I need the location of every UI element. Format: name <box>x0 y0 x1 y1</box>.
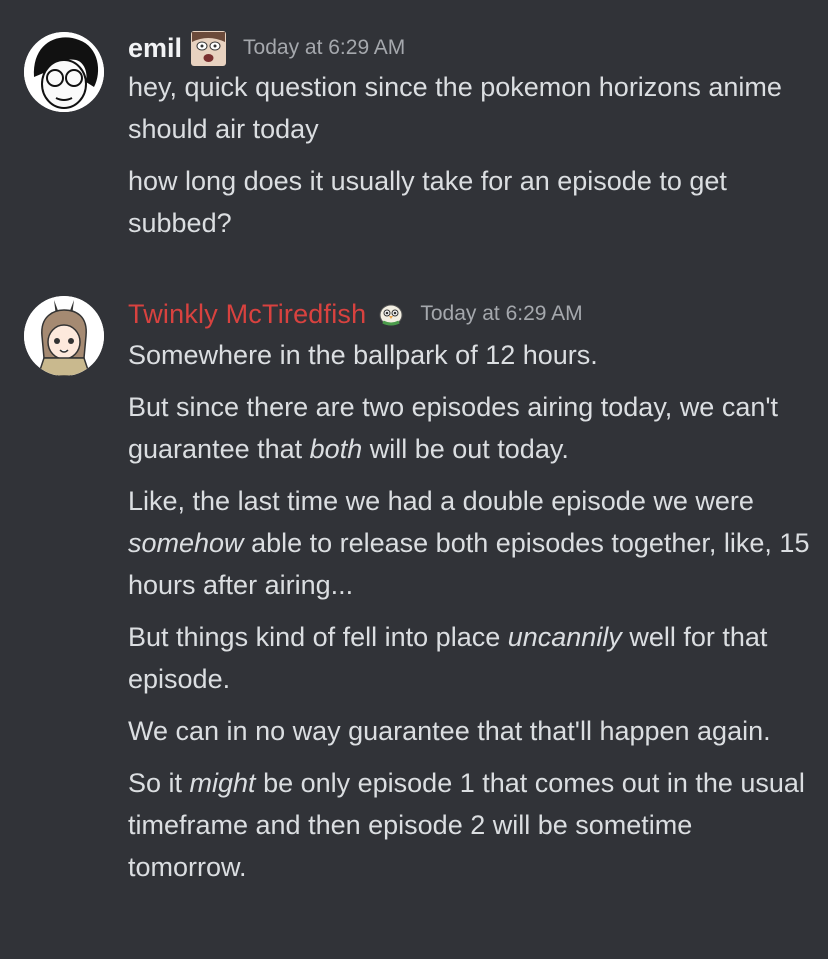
emphasis: might <box>189 768 256 798</box>
message-text: But since there are two episodes airing … <box>128 392 779 464</box>
face-emoji-icon <box>190 30 227 67</box>
message-header: emil Today at 6:29 AM <box>128 30 814 66</box>
message-text: So it might be only episode 1 that comes… <box>128 768 805 882</box>
message-text: We can in no way guarantee that that'll … <box>128 716 771 746</box>
message-content: emil Today at 6:29 AM hey, quick questio… <box>128 30 814 244</box>
emphasis: both <box>309 434 363 464</box>
username[interactable]: Twinkly McTiredfish <box>128 296 366 332</box>
timestamp: Today at 6:29 AM <box>243 36 406 59</box>
message-content: Twinkly McTiredfish Today at 6:29 AM Som… <box>128 296 814 888</box>
message-header: Twinkly McTiredfish Today at 6:29 AM <box>128 296 814 332</box>
message-text: Somewhere in the ballpark of 12 hours. <box>128 340 598 370</box>
rowlet-icon <box>378 301 404 327</box>
username[interactable]: emil <box>128 30 182 66</box>
timestamp: Today at 6:29 AM <box>420 302 583 325</box>
chat-messages: emil Today at 6:29 AM hey, quick questio… <box>0 0 828 959</box>
message-text: But things kind of fell into place uncan… <box>128 622 768 694</box>
emphasis: somehow <box>128 528 244 558</box>
avatar[interactable] <box>24 296 104 376</box>
emphasis: uncannily <box>507 622 622 652</box>
message-text: Like, the last time we had a double epis… <box>128 486 810 600</box>
message-text: hey, quick question since the pokemon ho… <box>128 72 782 144</box>
message-text: how long does it usually take for an epi… <box>128 166 727 238</box>
avatar[interactable] <box>24 32 104 112</box>
